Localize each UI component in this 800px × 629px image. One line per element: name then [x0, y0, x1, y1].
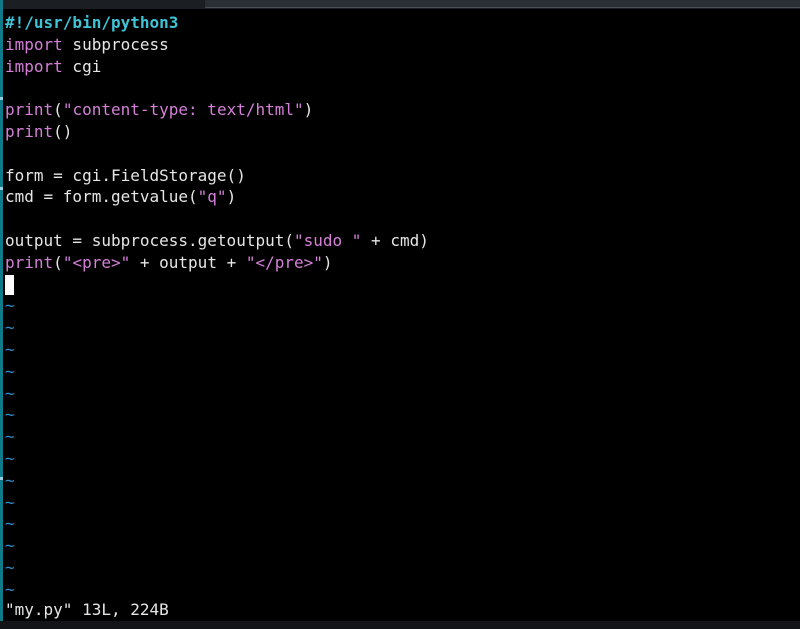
empty-line-marker: ~	[5, 579, 15, 599]
code-line[interactable]	[5, 77, 429, 99]
code-token: form = cgi.FieldStorage()	[5, 165, 246, 185]
left-gutter-bar	[0, 0, 3, 629]
empty-line-marker: ~	[5, 557, 15, 577]
code-line[interactable]: import cgi	[5, 56, 429, 78]
code-line[interactable]	[5, 143, 429, 165]
code-token: subprocess	[62, 34, 169, 54]
code-token: output = subprocess.getoutput(	[5, 230, 294, 250]
gutter-mark	[0, 187, 3, 190]
code-token: (	[53, 252, 63, 272]
code-line[interactable]: import subprocess	[5, 34, 429, 56]
code-token: cmd = form.getvalue(	[5, 187, 198, 207]
cursor-line[interactable]	[5, 274, 429, 296]
status-line: "my.py" 13L, 224B	[5, 600, 169, 619]
empty-line-marker: ~	[5, 536, 15, 556]
empty-line-marker: ~	[5, 492, 15, 512]
code-token: + output +	[130, 252, 246, 272]
shebang-token: #!/usr/bin/python3	[5, 13, 179, 32]
keyword-token: import	[5, 34, 63, 54]
empty-line-marker: ~	[5, 427, 15, 447]
code-token: + cmd)	[361, 230, 429, 250]
terminal-window: #!/usr/bin/python3 import subprocess impor…	[0, 0, 800, 629]
code-line[interactable]: print()	[5, 121, 429, 143]
string-token: "</pre>"	[245, 252, 323, 272]
empty-line-marker: ~	[5, 470, 15, 490]
string-token: "q"	[197, 187, 227, 207]
window-top-strip	[0, 0, 800, 9]
code-line[interactable]: output = subprocess.getoutput("sudo " + …	[5, 230, 429, 252]
window-bottom-strip	[0, 621, 800, 629]
empty-line-marker: ~	[5, 514, 15, 534]
empty-line-marker: ~	[5, 339, 15, 359]
code-line[interactable]: print("<pre>" + output + "</pre>")	[5, 252, 429, 274]
code-line[interactable]	[5, 208, 429, 230]
empty-line-marker: ~	[5, 448, 15, 468]
string-token: "sudo "	[293, 230, 362, 250]
code-line[interactable]: form = cgi.FieldStorage()	[5, 165, 429, 187]
gutter-mark	[0, 477, 3, 480]
keyword-token: print	[5, 252, 54, 272]
text-cursor	[5, 275, 14, 296]
code-line[interactable]: print("content-type: text/html")	[5, 99, 429, 121]
code-line[interactable]: cmd = form.getvalue("q")	[5, 186, 429, 208]
empty-line-marker: ~	[5, 383, 15, 403]
empty-line-marker: ~	[5, 405, 15, 425]
window-tab[interactable]	[205, 0, 800, 8]
empty-line-marker: ~	[5, 296, 15, 316]
code-line[interactable]: #!/usr/bin/python3	[5, 12, 429, 34]
editor-buffer[interactable]: #!/usr/bin/python3 import subprocess impor…	[5, 12, 429, 601]
string-token: "content-type: text/html"	[62, 100, 304, 120]
empty-line-marker: ~	[5, 361, 15, 381]
code-token: ()	[53, 121, 73, 141]
gutter-mark	[0, 97, 3, 100]
code-token: )	[303, 100, 314, 120]
code-token: )	[322, 252, 333, 272]
code-token: )	[226, 187, 237, 207]
string-token: "<pre>"	[62, 252, 131, 272]
keyword-token: print	[5, 100, 54, 120]
keyword-token: print	[5, 121, 54, 141]
keyword-token: import	[5, 56, 63, 76]
code-token: (	[53, 100, 63, 120]
code-token: cgi	[62, 56, 102, 76]
empty-line-marker: ~	[5, 318, 15, 338]
